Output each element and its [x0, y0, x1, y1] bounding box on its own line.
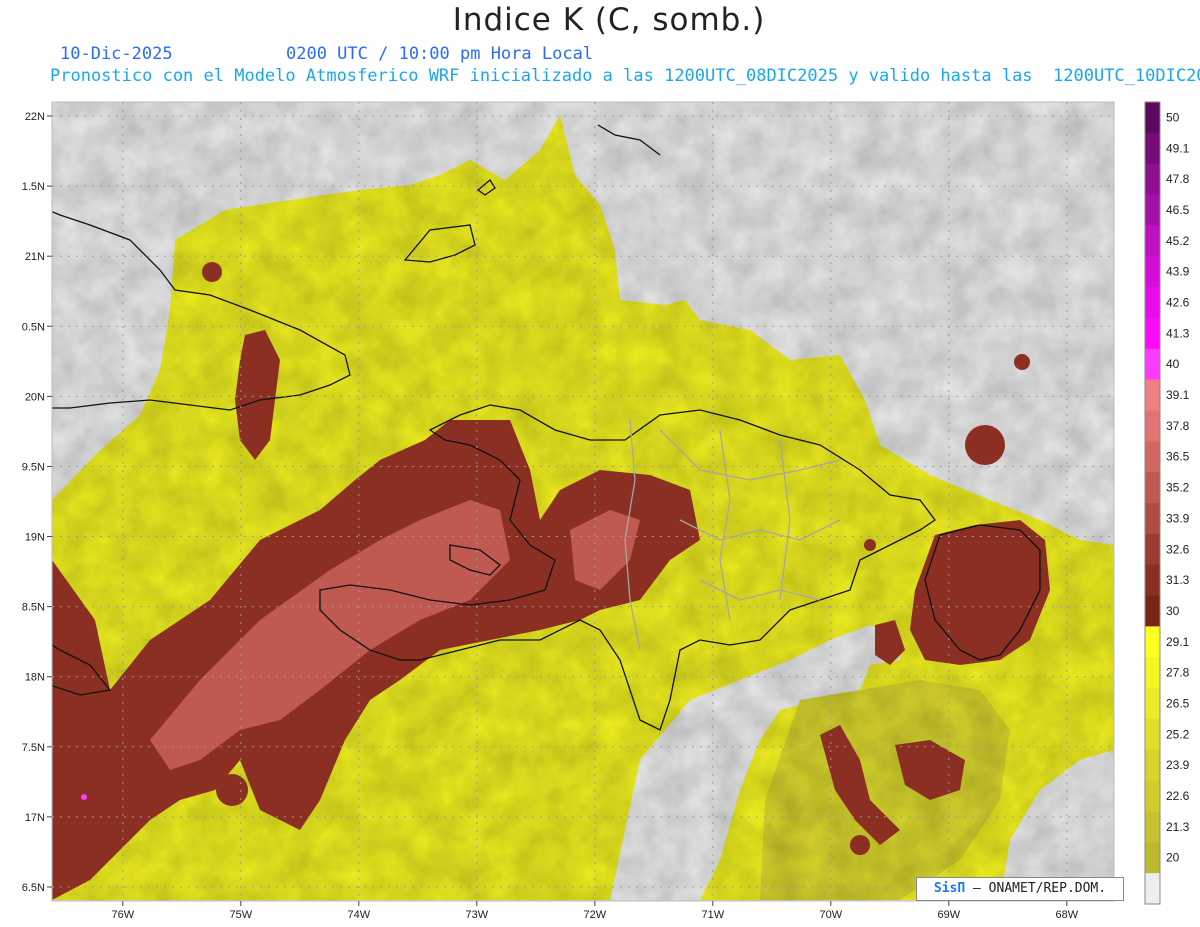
legend-label: 21.3: [1166, 820, 1190, 834]
legend-label: 23.9: [1166, 758, 1190, 772]
latitude-labels: 22N 1.5N 21N 0.5N 20N 9.5N 19N 8.5N 18N 7.5N 17N 6.…: [22, 111, 52, 894]
legend-swatch: [1145, 873, 1160, 905]
legend-label: 43.9: [1166, 265, 1190, 279]
brown-spot-6: [850, 835, 870, 855]
lon-tick-label: 75W: [229, 909, 252, 921]
lon-tick-label: 73W: [465, 909, 488, 921]
lat-tick-label: 9.5N: [22, 461, 45, 473]
legend-label: 20: [1166, 851, 1180, 865]
legend-swatch: [1145, 472, 1160, 504]
legend-label: 36.5: [1166, 450, 1190, 464]
magenta-spot: [81, 794, 87, 800]
legend-label: 40: [1166, 357, 1180, 371]
credit-badge: SisΠ – ONAMET/REP.DOM.: [916, 877, 1124, 901]
lat-tick-label: 19N: [25, 532, 45, 544]
credit-text: – ONAMET/REP.DOM.: [965, 881, 1107, 896]
legend-label: 29.1: [1166, 635, 1190, 649]
legend-swatch: [1145, 194, 1160, 226]
longitude-labels: 76W 75W 74W 73W 72W 71W 70W 69W 68W: [111, 901, 1079, 921]
legend-label: 42.6: [1166, 296, 1190, 310]
legend-swatch: [1145, 348, 1160, 381]
lat-tick-label: 7.5N: [22, 742, 45, 754]
lon-tick-label: 70W: [819, 909, 842, 921]
lat-tick-label: 1.5N: [22, 181, 45, 193]
legend-label: 49.1: [1166, 141, 1190, 155]
credit-brand: SisΠ: [933, 881, 966, 896]
legend-swatch: [1145, 718, 1160, 751]
legend-label: 37.8: [1166, 419, 1190, 433]
legend-swatch: [1145, 533, 1160, 566]
lon-tick-label: 72W: [583, 909, 606, 921]
legend-swatch: [1145, 842, 1160, 874]
legend-swatch: [1145, 287, 1160, 319]
legend-label: 35.2: [1166, 481, 1190, 495]
legend-swatch: [1145, 102, 1160, 134]
legend-label: 47.8: [1166, 172, 1190, 186]
legend-label: 41.3: [1166, 326, 1190, 340]
legend-label: 25.2: [1166, 727, 1190, 741]
lat-tick-label: 20N: [25, 391, 45, 403]
brown-spot-2: [1014, 354, 1030, 370]
lon-tick-label: 68W: [1055, 909, 1078, 921]
legend-label: 33.9: [1166, 511, 1190, 525]
lon-tick-label: 71W: [701, 909, 724, 921]
legend-swatch: [1145, 379, 1160, 411]
lat-tick-label: 0.5N: [22, 321, 45, 333]
legend-swatch: [1145, 595, 1160, 627]
lon-tick-label: 74W: [347, 909, 370, 921]
color-legend: 50 49.1 47.8 46.5 45.2 43.9 42.6 41.3 40 39.1 37.8…: [1144, 101, 1190, 905]
legend-label: 30: [1166, 604, 1180, 618]
k-index-map: 76W 75W 74W 73W 72W 71W 70W 69W 68W 22N 1.5N 21N 0.…: [22, 101, 1190, 921]
legend-swatch: [1145, 626, 1160, 658]
legend-label: 27.8: [1166, 666, 1190, 680]
legend-swatch: [1145, 163, 1160, 196]
brown-spot-3: [202, 262, 222, 282]
lat-tick-label: 6.5N: [22, 882, 45, 894]
legend-swatch: [1145, 811, 1160, 843]
legend-swatch: [1145, 657, 1160, 689]
legend-swatch: [1145, 688, 1160, 720]
legend-swatch: [1145, 441, 1160, 473]
lat-tick-label: 8.5N: [22, 602, 45, 614]
legend-label: 50: [1166, 110, 1180, 124]
legend-swatch: [1145, 564, 1160, 597]
legend-label: 46.5: [1166, 203, 1190, 217]
lat-tick-label: 22N: [25, 111, 45, 123]
legend-swatch: [1145, 503, 1160, 535]
legend-swatch: [1145, 256, 1160, 288]
brown-spot-4: [864, 539, 876, 551]
legend-label: 22.6: [1166, 789, 1190, 803]
legend-swatch: [1145, 749, 1160, 782]
legend-label: 39.1: [1166, 388, 1190, 402]
legend-swatch: [1145, 132, 1160, 165]
lat-tick-label: 21N: [25, 251, 45, 263]
brown-spot-5: [216, 774, 248, 806]
legend-swatch: [1145, 410, 1160, 442]
legend-label: 31.3: [1166, 573, 1190, 587]
legend-swatch: [1145, 225, 1160, 257]
brown-spot-1: [965, 425, 1005, 465]
lon-tick-label: 76W: [111, 909, 134, 921]
legend-label: 26.5: [1166, 697, 1190, 711]
lat-tick-label: 18N: [25, 672, 45, 684]
legend-label: 45.2: [1166, 234, 1190, 248]
legend-label: 32.6: [1166, 542, 1190, 556]
legend-swatch: [1145, 780, 1160, 812]
legend-swatch: [1145, 317, 1160, 350]
k-index-field: [52, 102, 1114, 901]
lat-tick-label: 17N: [25, 812, 45, 824]
lon-tick-label: 69W: [937, 909, 960, 921]
